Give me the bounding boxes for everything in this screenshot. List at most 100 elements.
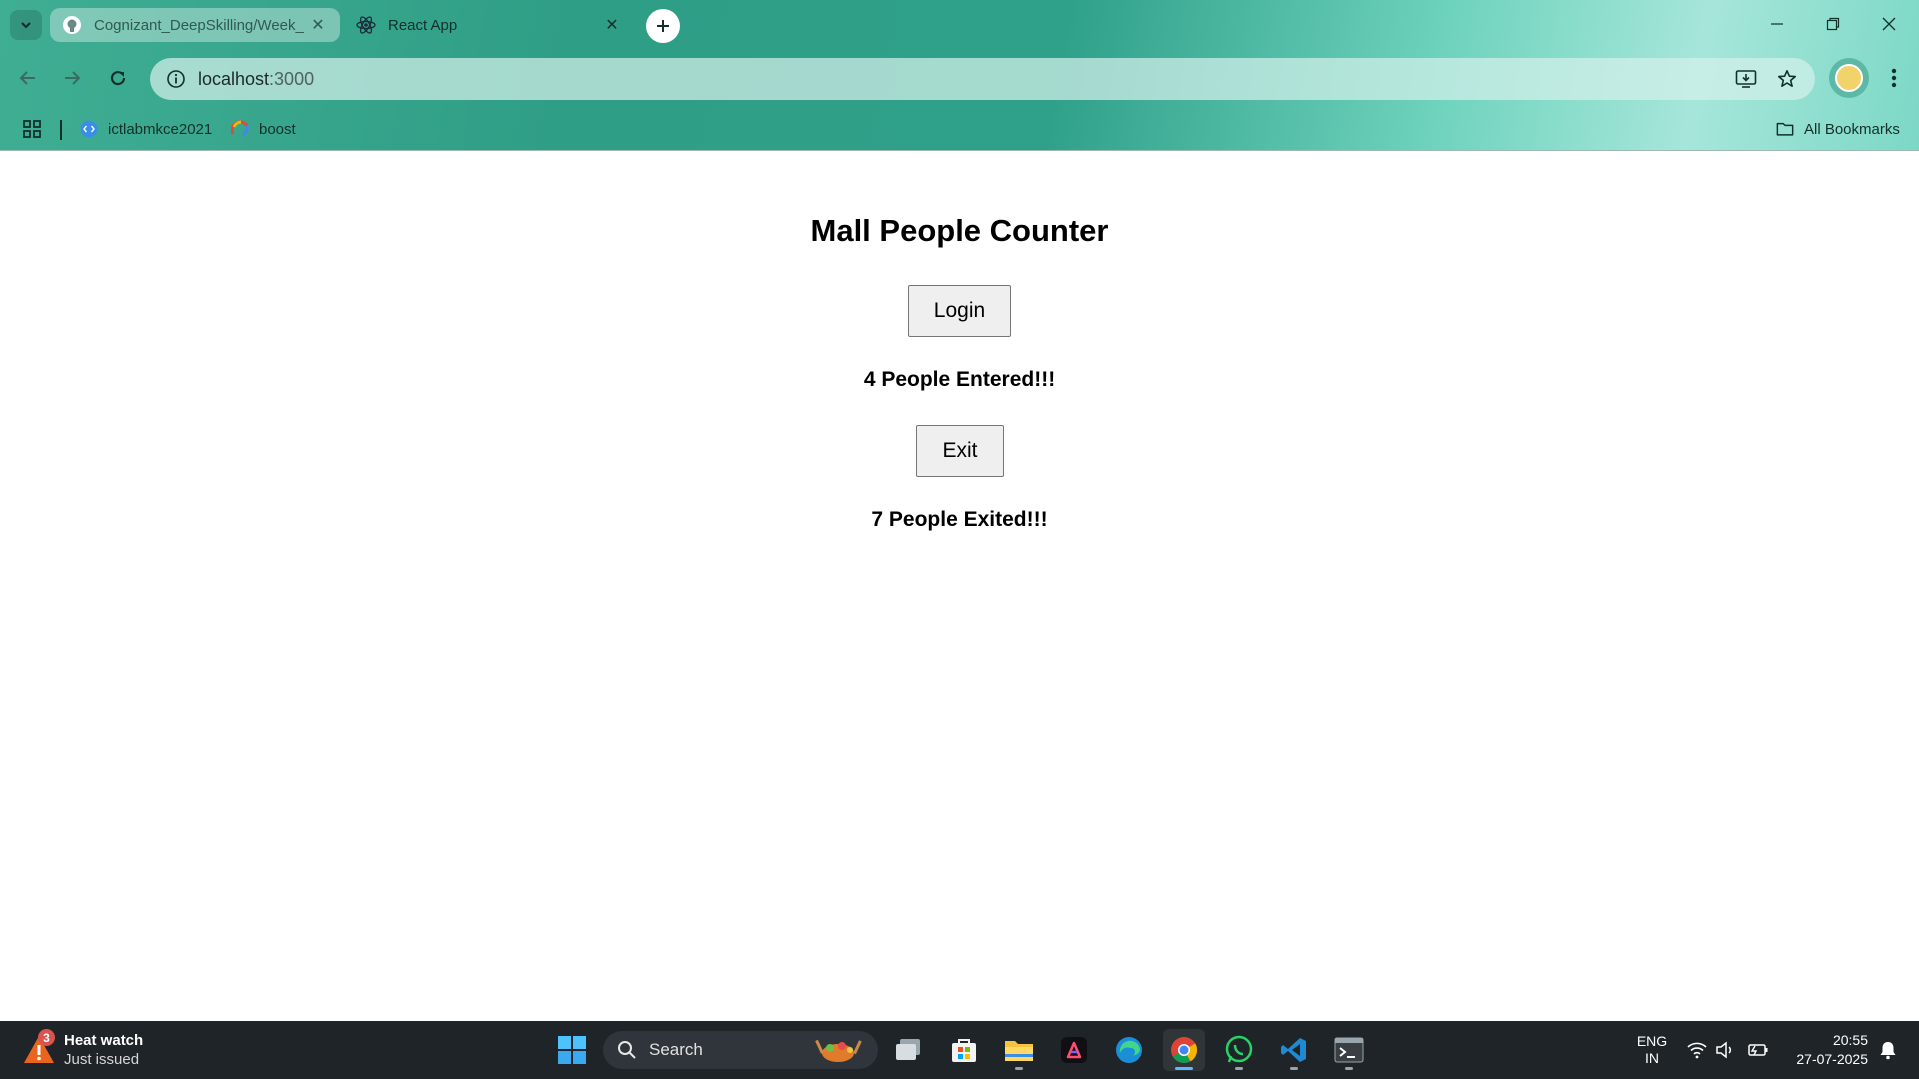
- arrow-right-icon: [65, 71, 81, 85]
- restore-icon: [1826, 17, 1840, 31]
- boost-icon: [231, 120, 249, 138]
- entered-count-text: 4 People Entered!!!: [863, 368, 1056, 391]
- minimize-button[interactable]: [1749, 0, 1805, 48]
- vscode-icon: [1281, 1038, 1306, 1062]
- folder-icon: [1776, 120, 1794, 138]
- close-icon: [1882, 17, 1896, 31]
- start-button[interactable]: [551, 1029, 593, 1071]
- weather-title: Heat watch: [64, 1031, 144, 1049]
- tab-title: React App: [388, 16, 458, 34]
- install-app-icon[interactable]: [1726, 58, 1766, 100]
- vscode-button[interactable]: [1273, 1029, 1315, 1071]
- new-tab-button[interactable]: [646, 9, 680, 43]
- apps-button[interactable]: [22, 116, 42, 142]
- notifications-icon[interactable]: [1877, 1039, 1899, 1061]
- search-highlight-icon: [814, 1036, 864, 1069]
- url-host: localhost: [198, 68, 270, 89]
- tab-title: Cognizant_DeepSkilling/Week_: [94, 16, 304, 34]
- search-icon: [618, 1041, 636, 1059]
- terminal-button[interactable]: [1328, 1029, 1370, 1071]
- avatar-image: [1835, 64, 1863, 92]
- active-indicator: [1175, 1067, 1193, 1070]
- chrome-button[interactable]: [1163, 1029, 1205, 1071]
- all-bookmarks-label: All Bookmarks: [1804, 120, 1900, 138]
- address-bar[interactable]: localhost:3000: [150, 58, 1815, 100]
- url-text: localhost:3000: [198, 69, 314, 90]
- login-button[interactable]: Login: [908, 285, 1011, 337]
- all-bookmarks-button[interactable]: All Bookmarks: [1776, 116, 1900, 142]
- chevron-down-icon: [21, 22, 31, 29]
- search-placeholder: Search: [649, 1040, 703, 1059]
- reload-button[interactable]: [100, 60, 136, 96]
- volume-icon[interactable]: [1714, 1039, 1736, 1061]
- minimize-icon: [1771, 23, 1783, 25]
- url-port: :3000: [269, 68, 315, 89]
- tab-github[interactable]: Cognizant_DeepSkilling/Week_ ✕: [50, 8, 340, 42]
- file-explorer-button[interactable]: [998, 1029, 1040, 1071]
- windows-logo-icon: [558, 1036, 586, 1064]
- heat-warning-icon: 3: [22, 1029, 56, 1067]
- code-icon: [80, 120, 98, 138]
- battery-icon[interactable]: [1746, 1039, 1768, 1061]
- bookmark-ictlabmkce2021[interactable]: ictlabmkce2021: [80, 116, 212, 142]
- page-content: Mall People Counter Login 4 People Enter…: [0, 151, 1919, 1021]
- close-window-button[interactable]: [1861, 0, 1917, 48]
- github-icon: [62, 15, 82, 35]
- weather-widget[interactable]: 3 Heat watch Just issued: [22, 1028, 143, 1072]
- close-tab-icon[interactable]: ✕: [602, 15, 622, 35]
- wifi-icon[interactable]: [1686, 1039, 1708, 1061]
- running-indicator: [1235, 1067, 1243, 1070]
- browser-chrome: Cognizant_DeepSkilling/Week_ ✕ React App…: [0, 0, 1919, 151]
- browser-toolbar: localhost:3000: [0, 50, 1919, 108]
- notification-badge: 3: [38, 1029, 55, 1046]
- exit-button[interactable]: Exit: [916, 425, 1004, 477]
- taskbar-clock[interactable]: 20:55 27-07-2025: [1778, 1031, 1868, 1069]
- page-title: Mall People Counter: [810, 213, 1109, 248]
- arrow-left-icon: [19, 71, 35, 85]
- running-indicator: [1345, 1067, 1353, 1070]
- exited-count-text: 7 People Exited!!!: [871, 508, 1048, 531]
- clock-date: 27-07-2025: [1796, 1051, 1868, 1067]
- forward-button[interactable]: [54, 60, 90, 96]
- tab-strip: Cognizant_DeepSkilling/Week_ ✕ React App…: [0, 0, 1919, 50]
- adobe-express-button[interactable]: [1053, 1029, 1095, 1071]
- edge-icon: [1116, 1037, 1142, 1063]
- task-view-icon: [896, 1039, 920, 1060]
- clock-time: 20:55: [1832, 1032, 1868, 1048]
- whatsapp-button[interactable]: [1218, 1029, 1260, 1071]
- store-icon: [952, 1039, 976, 1062]
- windows-taskbar: 3 Heat watch Just issued Search ENG IN 2…: [0, 1021, 1919, 1079]
- site-info-icon[interactable]: [154, 58, 198, 100]
- weather-subtitle: Just issued: [64, 1050, 140, 1068]
- apps-grid-icon: [23, 120, 41, 138]
- terminal-icon: [1334, 1037, 1364, 1063]
- edge-button[interactable]: [1108, 1029, 1150, 1071]
- tab-react-app[interactable]: React App ✕: [344, 8, 634, 42]
- bookmark-boost[interactable]: boost: [231, 116, 296, 142]
- restore-button[interactable]: [1805, 0, 1861, 48]
- microsoft-store-button[interactable]: [943, 1029, 985, 1071]
- taskbar-search[interactable]: Search: [603, 1031, 878, 1069]
- bookmarks-bar: ictlabmkce2021 boost All Bookmarks: [0, 108, 1919, 150]
- whatsapp-icon: [1225, 1035, 1253, 1063]
- browser-menu-button[interactable]: [1876, 60, 1912, 96]
- weather-text: Heat watch Just issued: [64, 1032, 143, 1069]
- folder-icon: [1005, 1041, 1033, 1061]
- bookmark-label: ictlabmkce2021: [108, 120, 213, 138]
- region-code: IN: [1645, 1050, 1659, 1066]
- input-language[interactable]: ENG IN: [1632, 1033, 1672, 1067]
- tab-search-button[interactable]: [10, 10, 42, 40]
- bookmark-star-icon[interactable]: [1767, 58, 1807, 100]
- close-tab-icon[interactable]: ✕: [308, 15, 328, 35]
- profile-avatar[interactable]: [1829, 58, 1869, 98]
- bookmarks-divider: [60, 120, 62, 140]
- plus-icon: [657, 20, 669, 32]
- running-indicator: [1290, 1067, 1298, 1070]
- chrome-icon: [1171, 1037, 1198, 1064]
- back-button[interactable]: [10, 60, 46, 96]
- task-view-button[interactable]: [888, 1029, 930, 1071]
- react-icon: [356, 15, 376, 35]
- reload-icon: [110, 70, 126, 86]
- more-vertical-icon: [1891, 68, 1897, 88]
- bookmark-label: boost: [259, 120, 296, 138]
